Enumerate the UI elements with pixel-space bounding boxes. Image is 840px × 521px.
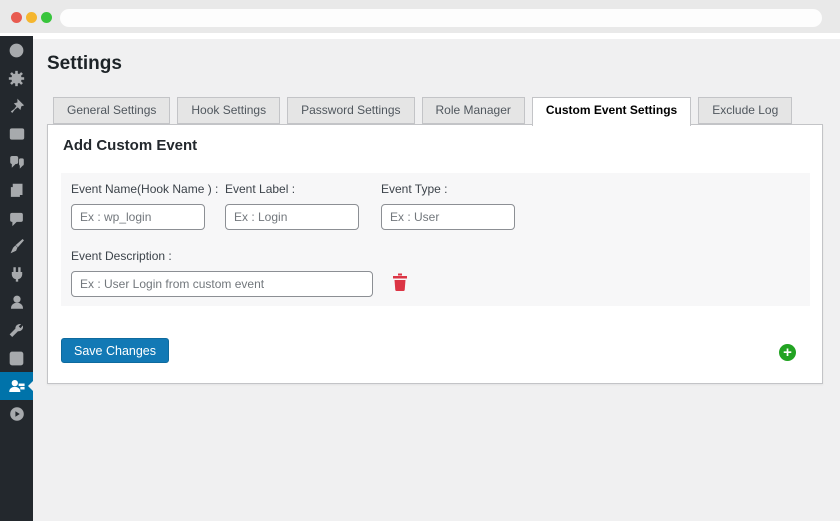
sidebar-item-chat[interactable] (0, 148, 33, 176)
field-event-label: Event Label : (225, 182, 359, 230)
tab-custom-event-settings[interactable]: Custom Event Settings (532, 97, 691, 126)
field-event-description: Event Description : (71, 249, 373, 297)
user-activity-log-icon (8, 378, 25, 395)
gear-icon (8, 70, 25, 87)
sidebar-item-tools[interactable] (0, 316, 33, 344)
add-event-button[interactable]: + (779, 344, 796, 361)
plug-icon (9, 266, 25, 282)
sidebar-item-settings-gear[interactable] (0, 64, 33, 92)
trash-icon (392, 273, 408, 291)
pages-icon (9, 183, 24, 198)
browser-chrome (0, 0, 840, 33)
sidebar-item-users[interactable] (0, 288, 33, 316)
delete-event-button[interactable] (391, 273, 409, 293)
tab-exclude-log[interactable]: Exclude Log (698, 97, 792, 124)
custom-event-panel: Add Custom Event Event Name(Hook Name ) … (47, 124, 823, 384)
sidebar-item-user-activity-log[interactable] (0, 372, 33, 400)
comment-icon (9, 211, 24, 226)
save-changes-button[interactable]: Save Changes (61, 338, 169, 363)
event-name-input[interactable] (71, 204, 205, 230)
sidebar-item-appearance[interactable] (0, 232, 33, 260)
panel-heading: Add Custom Event (63, 137, 197, 154)
event-type-label: Event Type : (381, 182, 515, 196)
sidebar-item-plugins[interactable] (0, 260, 33, 288)
window-controls (11, 12, 52, 23)
close-window-button[interactable] (11, 12, 22, 23)
play-circle-icon (9, 406, 25, 422)
media-icon (9, 126, 25, 142)
sidebar-item-posts[interactable] (0, 92, 33, 120)
wrench-icon (9, 322, 25, 338)
custom-event-form: Event Name(Hook Name ) : Event Label : E… (61, 173, 810, 306)
sidebar-item-pages[interactable] (0, 176, 33, 204)
event-label-input[interactable] (225, 204, 359, 230)
sidebar-item-dashboard[interactable] (0, 36, 33, 64)
event-label-label: Event Label : (225, 182, 359, 196)
tab-hook-settings[interactable]: Hook Settings (177, 97, 280, 124)
user-icon (9, 294, 25, 310)
sidebar-item-media[interactable] (0, 120, 33, 148)
sidebar-item-comments[interactable] (0, 204, 33, 232)
chat-icon (9, 154, 25, 170)
pushpin-icon (9, 98, 25, 114)
address-bar[interactable] (60, 9, 822, 27)
page-title: Settings (47, 53, 122, 75)
sidebar-item-settings-panel[interactable] (0, 344, 33, 372)
zoom-window-button[interactable] (41, 12, 52, 23)
field-event-name: Event Name(Hook Name ) : (71, 182, 218, 230)
tab-password-settings[interactable]: Password Settings (287, 97, 414, 124)
admin-sidebar (0, 36, 33, 521)
tab-general-settings[interactable]: General Settings (53, 97, 170, 124)
plus-circle-icon: + (783, 344, 792, 361)
sidebar-item-video[interactable] (0, 400, 33, 428)
brush-icon (9, 238, 25, 254)
field-event-type: Event Type : (381, 182, 515, 230)
event-description-label: Event Description : (71, 249, 373, 263)
chrome-divider (0, 33, 840, 39)
event-description-input[interactable] (71, 271, 373, 297)
minimize-window-button[interactable] (26, 12, 37, 23)
tab-role-manager[interactable]: Role Manager (422, 97, 525, 124)
dashboard-icon (8, 42, 25, 59)
event-type-input[interactable] (381, 204, 515, 230)
settings-box-icon (9, 351, 24, 366)
settings-tabs: General Settings Hook Settings Password … (53, 97, 792, 126)
event-name-label: Event Name(Hook Name ) : (71, 182, 218, 196)
